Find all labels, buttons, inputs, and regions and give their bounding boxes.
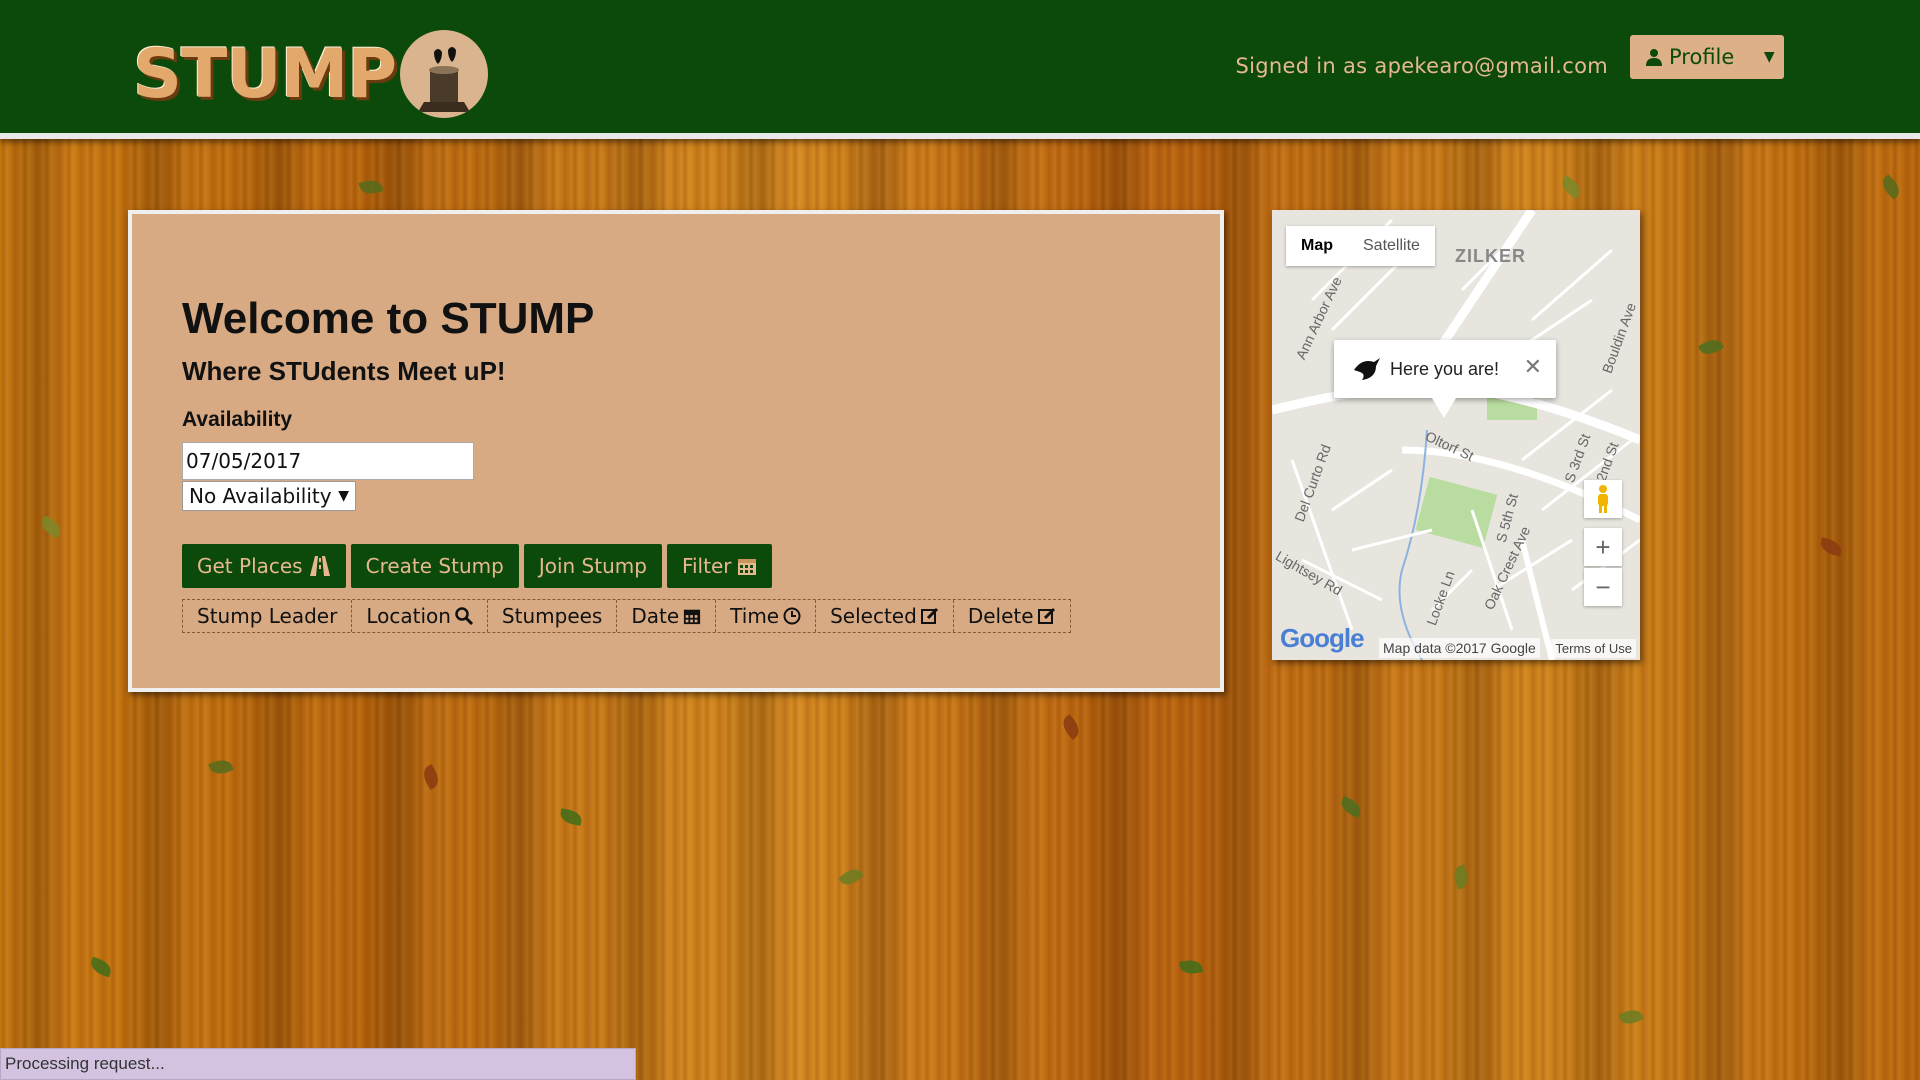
map-area-label: ZILKER xyxy=(1455,246,1526,266)
availability-label: Availability xyxy=(182,408,293,431)
filter-label: Filter xyxy=(681,554,732,578)
calendar-icon xyxy=(684,609,701,625)
create-stump-label: Create Stump xyxy=(365,554,504,578)
get-places-button[interactable]: Get Places xyxy=(182,544,346,588)
create-stump-button[interactable]: Create Stump xyxy=(350,544,519,588)
map-type-satellite-button[interactable]: Satellite xyxy=(1348,226,1435,266)
info-window-text: Here you are! xyxy=(1390,358,1500,379)
map-data-attribution: Map data ©2017 Google xyxy=(1379,638,1540,658)
top-navbar: STUMP Signed in as apekearo@gmail.com Pr… xyxy=(0,0,1920,133)
google-logo[interactable]: Google xyxy=(1280,623,1365,654)
stumps-table-header: Stump Leader Location Stumpees Date Time… xyxy=(182,599,1071,633)
edit-icon xyxy=(920,607,938,624)
stump-logo[interactable]: STUMP xyxy=(133,26,489,122)
page-title: Welcome to STUMP xyxy=(182,294,595,343)
search-icon xyxy=(455,607,473,625)
column-stumpees[interactable]: Stumpees xyxy=(488,600,618,632)
profile-label: Profile xyxy=(1669,45,1735,69)
pegman-icon[interactable] xyxy=(1584,480,1622,518)
profile-dropdown-button[interactable]: Profile ▼ xyxy=(1630,35,1784,79)
availability-select[interactable]: No Availability ▼ xyxy=(182,481,356,511)
availability-date-input[interactable] xyxy=(182,442,474,480)
status-bar: Processing request... xyxy=(0,1048,636,1080)
stump-emblem-icon xyxy=(400,30,489,118)
availability-selected-value: No Availability xyxy=(189,484,332,508)
terms-of-use-link[interactable]: Terms of Use xyxy=(1551,639,1636,658)
google-logo-text: Google xyxy=(1280,623,1365,653)
join-stump-label: Join Stump xyxy=(538,554,647,578)
road-icon xyxy=(309,556,330,576)
profile-button[interactable]: Profile xyxy=(1630,45,1755,69)
caret-down-icon[interactable]: ▼ xyxy=(1755,49,1784,65)
column-delete[interactable]: Delete xyxy=(954,600,1070,632)
edit-icon xyxy=(1037,607,1055,624)
info-window-pointer xyxy=(1432,398,1456,418)
map-type-map-button[interactable]: Map xyxy=(1286,226,1348,266)
caret-down-icon: ▼ xyxy=(338,488,349,504)
column-location[interactable]: Location xyxy=(352,600,488,632)
column-date[interactable]: Date xyxy=(617,600,717,632)
action-buttons: Get Places Create Stump Join Stump Filte… xyxy=(182,544,773,588)
status-text: Processing request... xyxy=(5,1054,165,1073)
google-map[interactable]: Map Satellite ZILKER Ann Arbor Ave Del C… xyxy=(1272,210,1640,660)
signed-in-text: Signed in as apekearo@gmail.com xyxy=(1235,54,1608,78)
get-places-label: Get Places xyxy=(197,554,303,578)
join-stump-button[interactable]: Join Stump xyxy=(523,544,662,588)
filter-button[interactable]: Filter xyxy=(666,544,773,588)
zoom-out-button[interactable]: − xyxy=(1584,568,1622,606)
column-stump-leader[interactable]: Stump Leader xyxy=(183,600,353,632)
map-type-control: Map Satellite xyxy=(1286,226,1435,266)
bird-icon xyxy=(1354,358,1380,380)
user-icon xyxy=(1646,49,1662,66)
column-selected[interactable]: Selected xyxy=(816,600,954,632)
clock-icon xyxy=(783,607,801,625)
column-time[interactable]: Time xyxy=(716,600,817,632)
calendar-icon xyxy=(738,559,757,575)
page-subtitle: Where STUdents Meet uP! xyxy=(182,356,506,386)
zoom-in-button[interactable]: + xyxy=(1584,528,1622,566)
map-info-window: Here you are! ✕ xyxy=(1334,340,1556,398)
welcome-panel: Welcome to STUMP Where STUdents Meet uP!… xyxy=(128,210,1224,692)
close-icon[interactable]: ✕ xyxy=(1524,354,1542,380)
logo-text: STUMP xyxy=(133,34,397,114)
